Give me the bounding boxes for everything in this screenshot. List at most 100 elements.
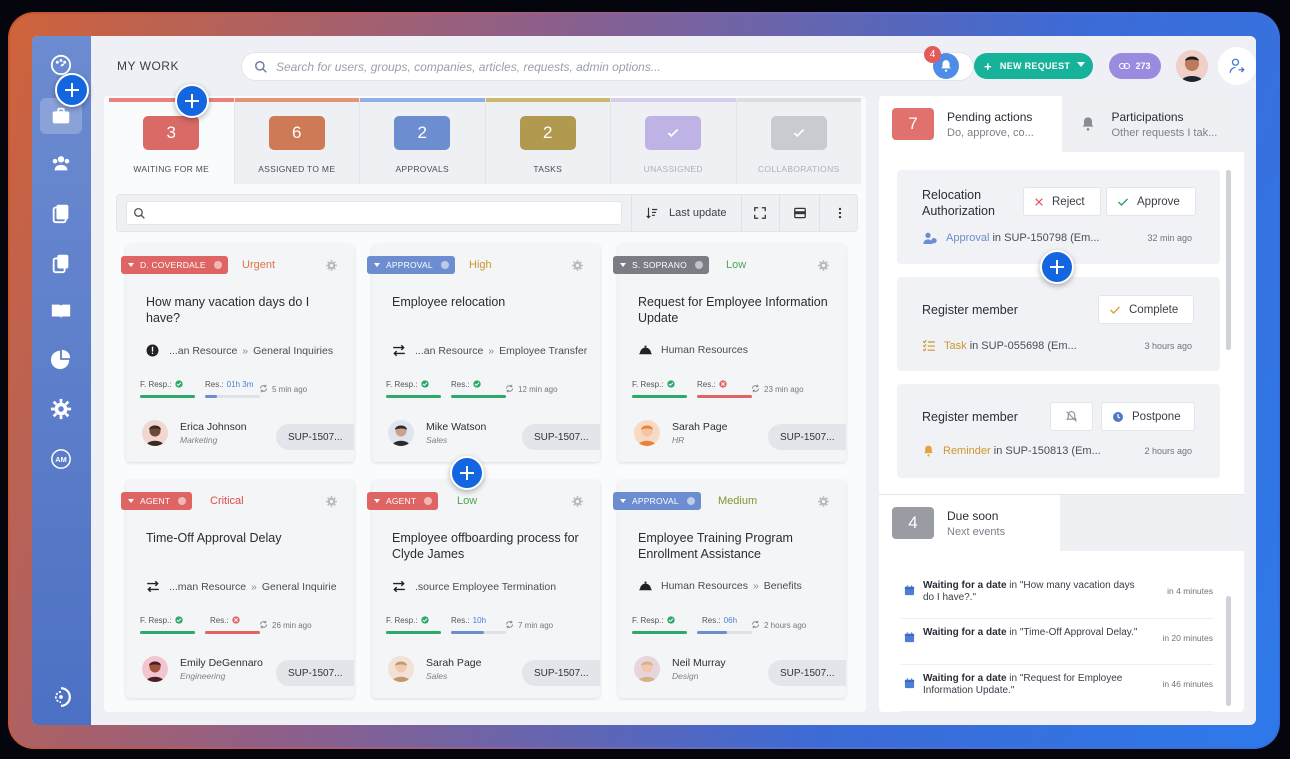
knowledge-base-icon[interactable] <box>46 296 76 326</box>
ticket-id[interactable]: SUP-1507... <box>768 660 846 686</box>
request-tag[interactable]: S. SOPRANO <box>613 256 709 274</box>
due-item[interactable]: Waiting for a date in "Request for Emplo… <box>901 665 1213 712</box>
add-button[interactable] <box>175 84 209 118</box>
requester[interactable]: Mike Watson Sales <box>388 420 486 446</box>
gear-icon[interactable] <box>817 495 830 508</box>
settings-icon[interactable] <box>46 394 76 424</box>
res-time: 06h <box>723 616 738 625</box>
tab-due-soon[interactable]: 4 Due soon Next events <box>879 495 1060 551</box>
gear-icon[interactable] <box>325 495 338 508</box>
chevron-down-icon[interactable] <box>1077 62 1085 67</box>
first-response-label: F. Resp.: <box>386 380 418 389</box>
request-card[interactable]: S. SOPRANO Low Request for Employee Info… <box>613 244 846 462</box>
documents-icon[interactable] <box>46 198 76 228</box>
complete-button[interactable]: Complete <box>1098 295 1194 324</box>
action-kind[interactable]: Approval <box>946 232 989 244</box>
sort-label[interactable]: Last update <box>669 207 727 219</box>
request-tag[interactable]: AGENT <box>121 492 193 510</box>
fullscreen-icon[interactable] <box>753 206 767 220</box>
card-title[interactable]: Employee relocation <box>392 294 582 310</box>
approve-label: Approve <box>1137 195 1180 208</box>
mute-button[interactable] <box>1050 402 1093 431</box>
tag-label: S. SOPRANO <box>632 260 687 270</box>
request-card[interactable]: AGENT Low Employee offboarding process f… <box>367 480 600 698</box>
search-input[interactable] <box>276 57 956 77</box>
card-title[interactable]: Employee Training Program Enrollment Ass… <box>638 530 828 562</box>
requester[interactable]: Erica Johnson Marketing <box>142 420 247 446</box>
actions-panel: 7 Pending actions Do, approve, co... Par… <box>879 96 1244 712</box>
user-switch-button[interactable] <box>1218 47 1256 85</box>
page-title: MY WORK <box>117 59 179 73</box>
plus-icon: + <box>984 58 992 74</box>
layout-icon[interactable] <box>793 206 807 220</box>
gear-icon[interactable] <box>817 259 830 272</box>
am-icon[interactable]: AM <box>46 444 76 474</box>
gear-icon[interactable] <box>571 495 584 508</box>
ticket-id[interactable]: SUP-1507... <box>522 424 600 450</box>
reports-icon[interactable] <box>46 344 76 374</box>
requester[interactable]: Emily DeGennaro Engineering <box>142 656 263 682</box>
card-title[interactable]: Time-Off Approval Delay <box>146 530 336 546</box>
request-card[interactable]: APPROVAL High Employee relocation ...an … <box>367 244 600 462</box>
tab-approvals[interactable]: 2 APPROVALS <box>360 98 486 184</box>
gear-icon[interactable] <box>571 259 584 272</box>
gear-icon[interactable] <box>325 259 338 272</box>
avatar <box>388 656 414 682</box>
requester[interactable]: Sarah Page HR <box>634 420 727 446</box>
reject-button[interactable]: Reject <box>1023 187 1101 216</box>
more-options-icon[interactable] <box>833 206 847 220</box>
postpone-button[interactable]: Postpone <box>1101 402 1195 431</box>
pending-scrollbar[interactable] <box>1226 170 1231 350</box>
requester[interactable]: Sarah Page Sales <box>388 656 481 682</box>
card-title[interactable]: How many vacation days do I have? <box>146 294 336 326</box>
users-icon[interactable] <box>46 148 76 178</box>
request-tag[interactable]: APPROVAL <box>613 492 701 510</box>
sort-icon[interactable] <box>645 206 659 220</box>
credits-badge[interactable]: 273 <box>1109 53 1161 79</box>
copy-icon[interactable] <box>46 248 76 278</box>
tab-participations[interactable]: Participations Other requests I tak... <box>1061 96 1244 152</box>
ticket-id[interactable]: SUP-1507... <box>276 660 354 686</box>
due-scrollbar[interactable] <box>1226 596 1231 706</box>
plus-icon <box>185 94 199 108</box>
requester-name: Erica Johnson <box>180 421 247 433</box>
ticket-id[interactable]: SUP-1507... <box>276 424 354 450</box>
action-kind[interactable]: Reminder <box>943 445 991 457</box>
requester[interactable]: Neil Murray Design <box>634 656 726 682</box>
resolution-sla: Res.: <box>697 380 727 389</box>
calendar-icon <box>904 678 915 689</box>
tab-assigned-to-me[interactable]: 6 ASSIGNED TO ME <box>234 98 360 184</box>
tab-tasks[interactable]: 2 TASKS <box>485 98 611 184</box>
list-search-input[interactable] <box>126 201 622 225</box>
user-avatar[interactable] <box>1176 50 1208 82</box>
tab-pending-actions[interactable]: 7 Pending actions Do, approve, co... <box>879 96 1062 152</box>
ticket-id[interactable]: SUP-1507... <box>522 660 600 686</box>
tab-collaborations[interactable]: COLLABORATIONS <box>736 98 861 184</box>
add-button[interactable] <box>450 456 484 490</box>
tab-unassigned[interactable]: UNASSIGNED <box>611 98 737 184</box>
request-card[interactable]: APPROVAL Medium Employee Training Progra… <box>613 480 846 698</box>
approve-button[interactable]: Approve <box>1106 187 1196 216</box>
add-button[interactable] <box>55 73 89 107</box>
request-card[interactable]: AGENT Critical Time-Off Approval Delay .… <box>121 480 354 698</box>
ticket-id[interactable]: SUP-1507... <box>768 424 846 450</box>
action-kind[interactable]: Task <box>944 340 967 352</box>
request-card[interactable]: D. COVERDALE Urgent How many vacation da… <box>121 244 354 462</box>
chevron-down-icon <box>128 263 134 267</box>
participations-subtitle: Other requests I tak... <box>1111 126 1218 139</box>
tab-waiting-for-me[interactable]: 3 WAITING FOR ME <box>109 98 235 184</box>
add-button[interactable] <box>1040 250 1074 284</box>
request-tag[interactable]: D. COVERDALE <box>121 256 228 274</box>
due-item[interactable]: Waiting for a date in "Time-Off Approval… <box>901 619 1213 665</box>
global-search[interactable] <box>241 52 974 81</box>
check-icon <box>645 116 702 150</box>
request-tag[interactable]: AGENT <box>367 492 439 510</box>
action-title: Relocation Authorization <box>922 188 995 218</box>
calendar-icon <box>904 631 915 642</box>
new-request-button[interactable]: + NEW REQUEST <box>974 53 1093 79</box>
due-item[interactable]: Waiting for a date in "How many vacation… <box>901 572 1213 619</box>
card-title[interactable]: Employee offboarding process for Clyde J… <box>392 530 582 562</box>
card-title[interactable]: Request for Employee Information Update <box>638 294 828 326</box>
request-tag[interactable]: APPROVAL <box>367 256 455 274</box>
path-primary: .source Employee Termination <box>415 580 557 593</box>
